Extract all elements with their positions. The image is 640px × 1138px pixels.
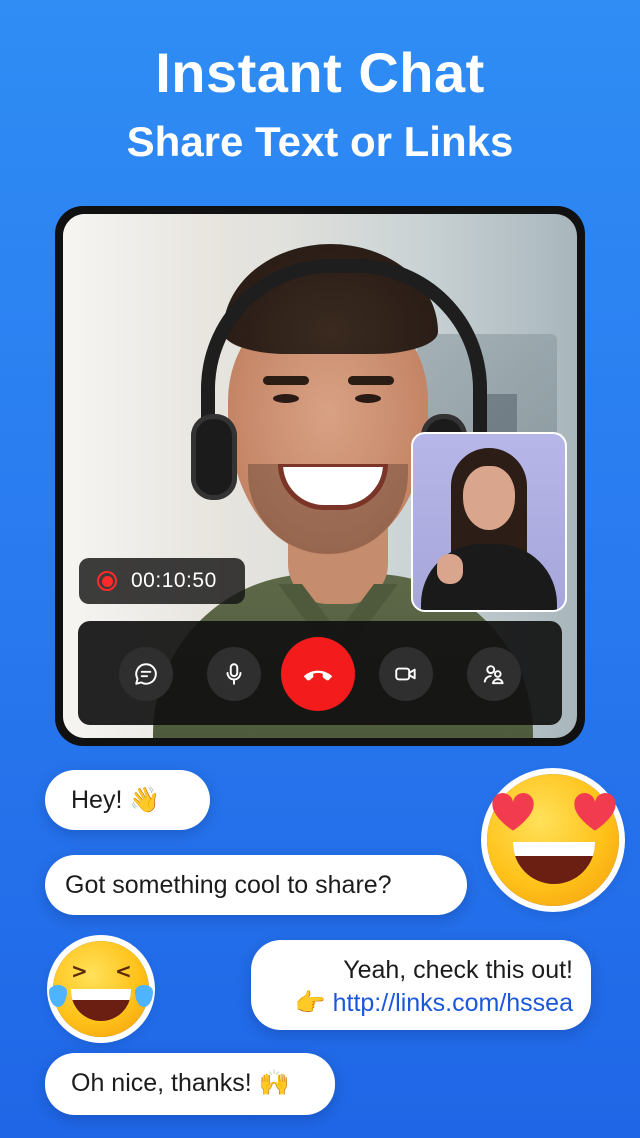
tear-right [135,985,153,1007]
recording-timer: 00:10:50 [79,558,245,604]
laughing-emoji-mouth [71,989,131,1021]
headphones-left-cup [191,414,237,500]
heart-eyes-emoji-icon [487,774,619,906]
timer-text: 00:10:50 [131,569,217,592]
main-video-feed: 00:10:50 [63,214,577,738]
video-call-frame: 00:10:50 [55,206,585,746]
participants-icon [483,665,504,685]
chat-message-hey: Hey! 👋 [45,770,210,830]
microphone-icon [226,663,242,685]
chat-bubble-icon [135,663,157,685]
chat-message-thanks: Oh nice, thanks! 🙌 [45,1053,335,1115]
phone-hangup-icon [303,670,333,681]
call-control-bar [78,621,562,725]
chat-button[interactable] [119,647,173,701]
laughing-right-eye: < [115,959,132,983]
message-text: Hey! 👋 [71,786,161,814]
message-text: Oh nice, thanks! 🙌 [71,1069,290,1097]
video-camera-icon [395,667,416,681]
heart-right-eye-icon [574,793,616,831]
heart-left-eye-icon [492,793,534,831]
laughing-emoji-icon: > < [49,941,153,1037]
headline-subtitle: Share Text or Links [126,118,514,165]
shared-link[interactable]: 👉 http://links.com/hssea [251,989,573,1018]
laughing-left-eye: > [71,959,88,983]
participants-button[interactable] [467,647,521,701]
chat-message-question: Got something cool to share? [45,855,467,915]
message-text: Yeah, check this out! [343,956,573,984]
self-view-face [463,466,515,530]
self-view-video[interactable] [411,432,567,612]
camera-button[interactable] [379,647,433,701]
microphone-button[interactable] [207,647,261,701]
end-call-button[interactable] [281,637,355,711]
headline-title: Instant Chat [155,41,485,104]
self-view-hand [437,554,463,584]
chat-message-link: Yeah, check this out! 👉 http://links.com… [251,940,591,1030]
message-text: Got something cool to share? [65,871,392,899]
record-icon [97,571,117,591]
heart-emoji-mouth [513,842,595,884]
tear-left [49,985,67,1007]
